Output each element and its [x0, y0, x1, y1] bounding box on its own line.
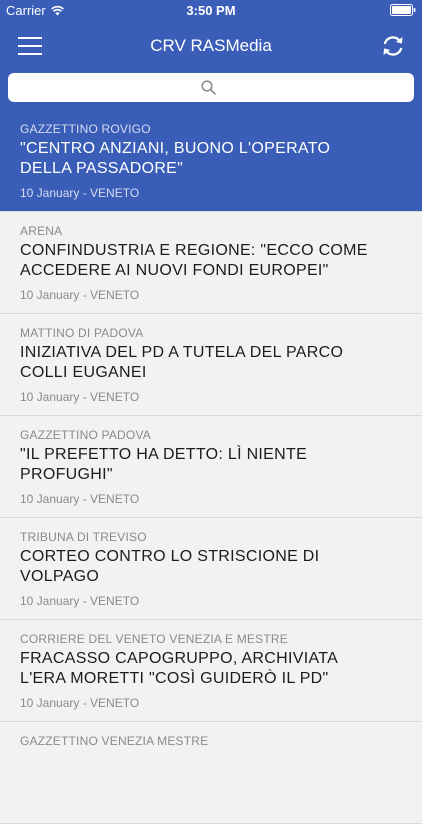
article-item[interactable]: CORRIERE DEL VENETO VENEZIA E MESTRE FRA… [0, 620, 422, 722]
status-time: 3:50 PM [186, 3, 236, 18]
article-title: CONFINDUSTRIA E REGIONE: "ECCO COME ACCE… [20, 242, 368, 279]
article-list: GAZZETTINO ROVIGO "CENTRO ANZIANI, BUONO… [0, 110, 422, 824]
article-source: GAZZETTINO VENEZIA MESTRE [20, 734, 209, 748]
search-input[interactable] [8, 73, 414, 102]
article-source: MATTINO DI PADOVA [20, 326, 144, 340]
article-item[interactable]: GAZZETTINO VENEZIA MESTRE [0, 722, 422, 824]
article-item[interactable]: GAZZETTINO ROVIGO "CENTRO ANZIANI, BUONO… [0, 110, 422, 212]
article-item[interactable]: MATTINO DI PADOVA INIZIATIVA DEL PD A TU… [0, 314, 422, 416]
article-meta: 10 January - VENETO [20, 696, 140, 710]
refresh-icon [383, 36, 403, 56]
article-source: CORRIERE DEL VENETO VENEZIA E MESTRE [20, 632, 288, 646]
article-title: INIZIATIVA DEL PD A TUTELA DEL PARCO COL… [20, 344, 344, 381]
article-meta: 10 January - VENETO [20, 186, 140, 200]
article-meta: 10 January - VENETO [20, 594, 140, 608]
article-title: CORTEO CONTRO LO STRISCIONE DI VOLPAGO [20, 548, 320, 585]
search-bar [0, 66, 422, 110]
article-source: ARENA [20, 224, 63, 238]
article-item[interactable]: ARENA CONFINDUSTRIA E REGIONE: "ECCO COM… [0, 212, 422, 314]
article-item[interactable]: TRIBUNA DI TREVISO CORTEO CONTRO LO STRI… [0, 518, 422, 620]
article-title: "IL PREFETTO HA DETTO: LÌ NIENTE PROFUGH… [20, 446, 308, 483]
refresh-button[interactable] [380, 33, 406, 59]
nav-bar: CRV RASMedia [0, 22, 422, 70]
article-source: GAZZETTINO PADOVA [20, 428, 151, 442]
status-bar: Carrier 3:50 PM [0, 0, 422, 22]
battery-icon [390, 4, 416, 19]
article-title: "CENTRO ANZIANI, BUONO L'OPERATO DELLA P… [20, 140, 331, 177]
article-title: FRACASSO CAPOGRUPPO, ARCHIVIATA L'ERA MO… [20, 650, 338, 687]
article-item[interactable]: GAZZETTINO PADOVA "IL PREFETTO HA DETTO:… [0, 416, 422, 518]
search-icon [201, 80, 216, 95]
article-source: TRIBUNA DI TREVISO [20, 530, 147, 544]
article-meta: 10 January - VENETO [20, 390, 140, 404]
nav-title: CRV RASMedia [150, 36, 272, 55]
article-meta: 10 January - VENETO [20, 492, 140, 506]
article-meta: 10 January - VENETO [20, 288, 140, 302]
article-source: GAZZETTINO ROVIGO [20, 122, 151, 136]
